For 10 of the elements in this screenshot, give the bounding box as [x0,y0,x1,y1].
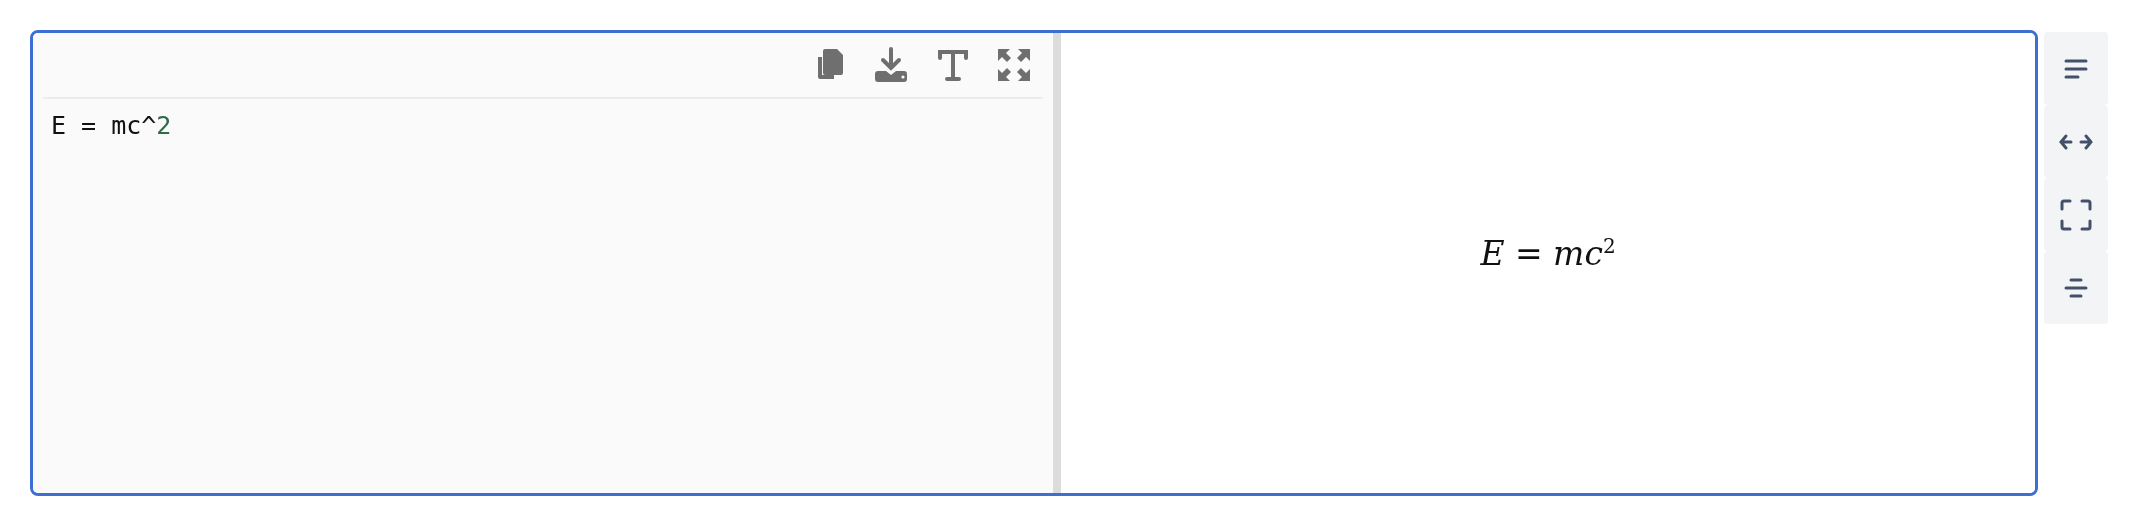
download-icon [873,47,909,83]
lines-icon [2064,57,2088,80]
rendered-formula: E = mc$^{2}$ [1480,233,1616,273]
frame-corners-icon [2060,198,2092,231]
wrap-button[interactable] [2044,32,2108,105]
centered-lines-icon [2064,276,2088,299]
expand-icon [997,48,1031,82]
text-icon [937,48,969,82]
left-right-arrows-icon [2058,132,2094,151]
code-line[interactable]: E = mc^2 [43,99,180,152]
